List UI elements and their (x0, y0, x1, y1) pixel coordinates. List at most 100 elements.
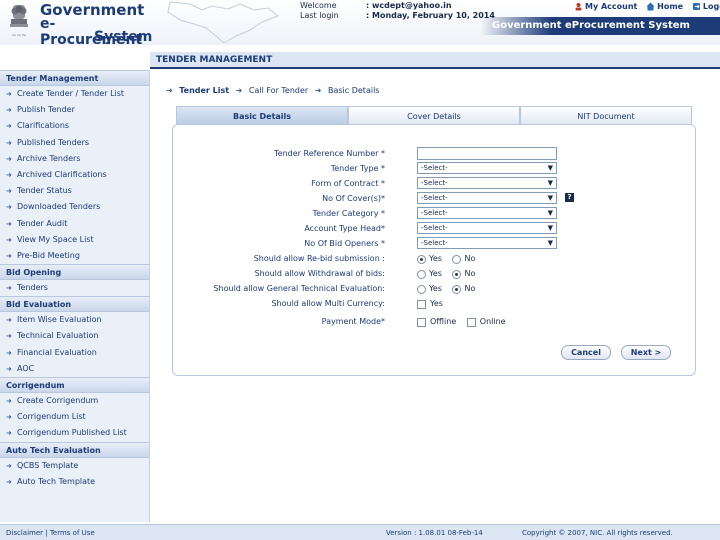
sidebar-item-label: Tender Audit (17, 218, 68, 228)
home-icon (646, 2, 655, 11)
sidebar-item-label: View My Space List (17, 234, 94, 244)
rebid-yes-option[interactable]: Yes (417, 252, 442, 266)
payment-offline-option[interactable]: Offline (417, 315, 456, 329)
general-tech-yes-radio[interactable] (417, 284, 426, 294)
user-info: Welcome: wcdept@yahoo.in Last login: Mon… (300, 1, 495, 21)
sidebar-section-auto-tech-evaluation[interactable]: Auto Tech Evaluation (0, 441, 149, 458)
sidebar-item-label: Auto Tech Template (17, 476, 96, 486)
general-tech-yes-option[interactable]: Yes (417, 282, 442, 296)
sidebar-item-label: Clarifications (17, 121, 70, 131)
home-link[interactable]: Home (646, 2, 683, 11)
general-tech-no-radio[interactable] (452, 284, 462, 294)
last-login-label: Last login (300, 11, 339, 20)
footer: Disclaimer | Terms of Use Version : 1.08… (0, 524, 720, 540)
help-icon[interactable]: ? (565, 193, 574, 202)
sidebar-section-tender-management[interactable]: Tender Management (0, 70, 149, 86)
sidebar-item-item-wise-evaluation[interactable]: ➜ Item Wise Evaluation (0, 312, 149, 328)
arrow-icon: ➜ (6, 397, 12, 405)
bid-openers-value: -Select- (421, 239, 448, 247)
withdrawal-yes-radio[interactable] (417, 269, 426, 279)
rebid-no-radio[interactable] (452, 254, 462, 264)
header: ~~~ Government e-Procurement System Welc… (0, 0, 720, 48)
chevron-down-icon: ▼ (547, 164, 553, 172)
sidebar-section-bid-evaluation[interactable]: Bid Evaluation (0, 296, 149, 313)
tab-cover-details[interactable]: Cover Details (348, 106, 520, 126)
cancel-button[interactable]: Cancel (561, 345, 611, 360)
sidebar-item-downloaded-tenders[interactable]: ➜ Downloaded Tenders (0, 199, 149, 215)
sidebar-item-tenders[interactable]: ➜ Tenders (0, 280, 149, 296)
sidebar-item-technical-evaluation[interactable]: ➜ Technical Evaluation (0, 328, 149, 344)
rebid-yes-radio[interactable] (417, 254, 426, 264)
sidebar-item-label: QCBS Template (17, 460, 79, 470)
withdrawal-yes-option[interactable]: Yes (417, 267, 442, 281)
arrow-icon: ➜ (6, 187, 12, 196)
form-contract-value: -Select- (421, 179, 448, 187)
version-text: Version : 1.08.01 08-Feb-14 (386, 529, 483, 537)
sidebar-item-publish-tender[interactable]: ➜ Publish Tender (0, 102, 149, 118)
next-button[interactable]: Next > (621, 345, 671, 360)
disclaimer-link[interactable]: Disclaimer (6, 529, 43, 537)
tab-basic-details[interactable]: Basic Details (176, 106, 348, 126)
arrow-icon: ➜ (6, 364, 12, 373)
tab-nit-document[interactable]: NIT Document (520, 106, 692, 126)
payment-online-checkbox[interactable] (466, 317, 476, 327)
arrow-icon: ➜ (6, 251, 12, 260)
no-covers-select[interactable]: -Select- ▼ (417, 192, 557, 204)
multi-currency-checkbox[interactable] (417, 299, 426, 309)
breadcrumb-call-for-tender[interactable]: Call For Tender (249, 86, 308, 95)
terms-of-use-link[interactable]: Terms of Use (50, 529, 95, 537)
sidebar-item-qcbs-template[interactable]: ➜ QCBS Template (0, 458, 149, 474)
tender-type-select[interactable]: -Select- ▼ (417, 162, 557, 174)
bid-openers-select[interactable]: -Select- ▼ (417, 237, 557, 249)
breadcrumb-separator-icon: ➜ (235, 86, 243, 95)
sidebar-item-create-corrigendum[interactable]: ➜ Create Corrigendum (0, 393, 149, 409)
sidebar-section-corrigendum[interactable]: Corrigendum (0, 377, 149, 393)
sidebar-section-bid-opening[interactable]: Bid Opening (0, 264, 149, 281)
form-row-no-covers: No Of Cover(s)* -Select- ▼? (173, 192, 697, 206)
sidebar-item-clarifications[interactable]: ➜ Clarifications (0, 118, 149, 134)
multi-currency-label: Should allow Multi Currency: (271, 299, 385, 308)
sidebar-item-tender-status[interactable]: ➜ Tender Status (0, 183, 149, 199)
payment-mode-label: Payment Mode* (321, 317, 385, 326)
sidebar-item-financial-evaluation[interactable]: ➜ Financial Evaluation (0, 345, 149, 361)
brand-line-3: System (94, 29, 153, 45)
account-type-select[interactable]: -Select- ▼ (417, 222, 557, 234)
sidebar-item-label: Technical Evaluation (17, 331, 99, 341)
logout-label: Logout (702, 2, 720, 11)
form-row-rebid: Should allow Re-bid submission : Yes No (173, 252, 697, 266)
sidebar-item-archive-tenders[interactable]: ➜ Archive Tenders (0, 151, 149, 167)
arrow-icon: ➜ (6, 316, 12, 325)
logout-link[interactable]: Logout (692, 2, 720, 11)
payment-online-option[interactable]: Online (466, 315, 506, 329)
multi-currency-option[interactable]: Yes (417, 297, 443, 311)
withdrawal-no-option[interactable]: No (452, 267, 475, 281)
welcome-value: : wcdept@yahoo.in (366, 1, 452, 10)
withdrawal-no-radio[interactable] (452, 269, 462, 279)
sidebar-item-corrigendum-list[interactable]: ➜ Corrigendum List (0, 409, 149, 425)
sidebar-item-create-tender[interactable]: ➜ Create Tender / Tender List (0, 86, 149, 102)
sidebar-item-aoc[interactable]: ➜ AOC (0, 361, 149, 377)
sidebar-item-published-tenders[interactable]: ➜ Published Tenders (0, 135, 149, 151)
form-contract-label: Form of Contract * (311, 179, 385, 188)
breadcrumb-tender-list[interactable]: Tender List (179, 86, 229, 95)
svg-text:~~~: ~~~ (11, 32, 26, 39)
sidebar-item-view-my-space[interactable]: ➜ View My Space List (0, 232, 149, 248)
chevron-down-icon: ▼ (547, 194, 553, 202)
arrow-icon: ➜ (6, 332, 12, 341)
sidebar-item-auto-tech-template[interactable]: ➜ Auto Tech Template (0, 474, 149, 490)
my-account-link[interactable]: My Account (574, 2, 637, 11)
form-contract-select[interactable]: -Select- ▼ (417, 177, 557, 189)
rebid-no-option[interactable]: No (452, 252, 475, 266)
tender-category-select[interactable]: -Select- ▼ (417, 207, 557, 219)
tender-ref-input[interactable] (417, 147, 557, 160)
payment-offline-checkbox[interactable] (417, 317, 426, 327)
sidebar-item-label: Create Tender / Tender List (17, 89, 125, 98)
sidebar-item-tender-audit[interactable]: ➜ Tender Audit (0, 216, 149, 232)
sidebar-item-corrigendum-published-list[interactable]: ➜ Corrigendum Published List (0, 425, 149, 441)
sidebar-item-archived-clarifications[interactable]: ➜ Archived Clarifications (0, 167, 149, 183)
account-type-label: Account Type Head* (304, 224, 385, 233)
no-label: No (464, 284, 476, 293)
general-tech-no-option[interactable]: No (452, 282, 475, 296)
sidebar-item-pre-bid-meeting[interactable]: ➜ Pre-Bid Meeting (0, 248, 149, 264)
form-row-account-type: Account Type Head* -Select- ▼ (173, 222, 697, 236)
